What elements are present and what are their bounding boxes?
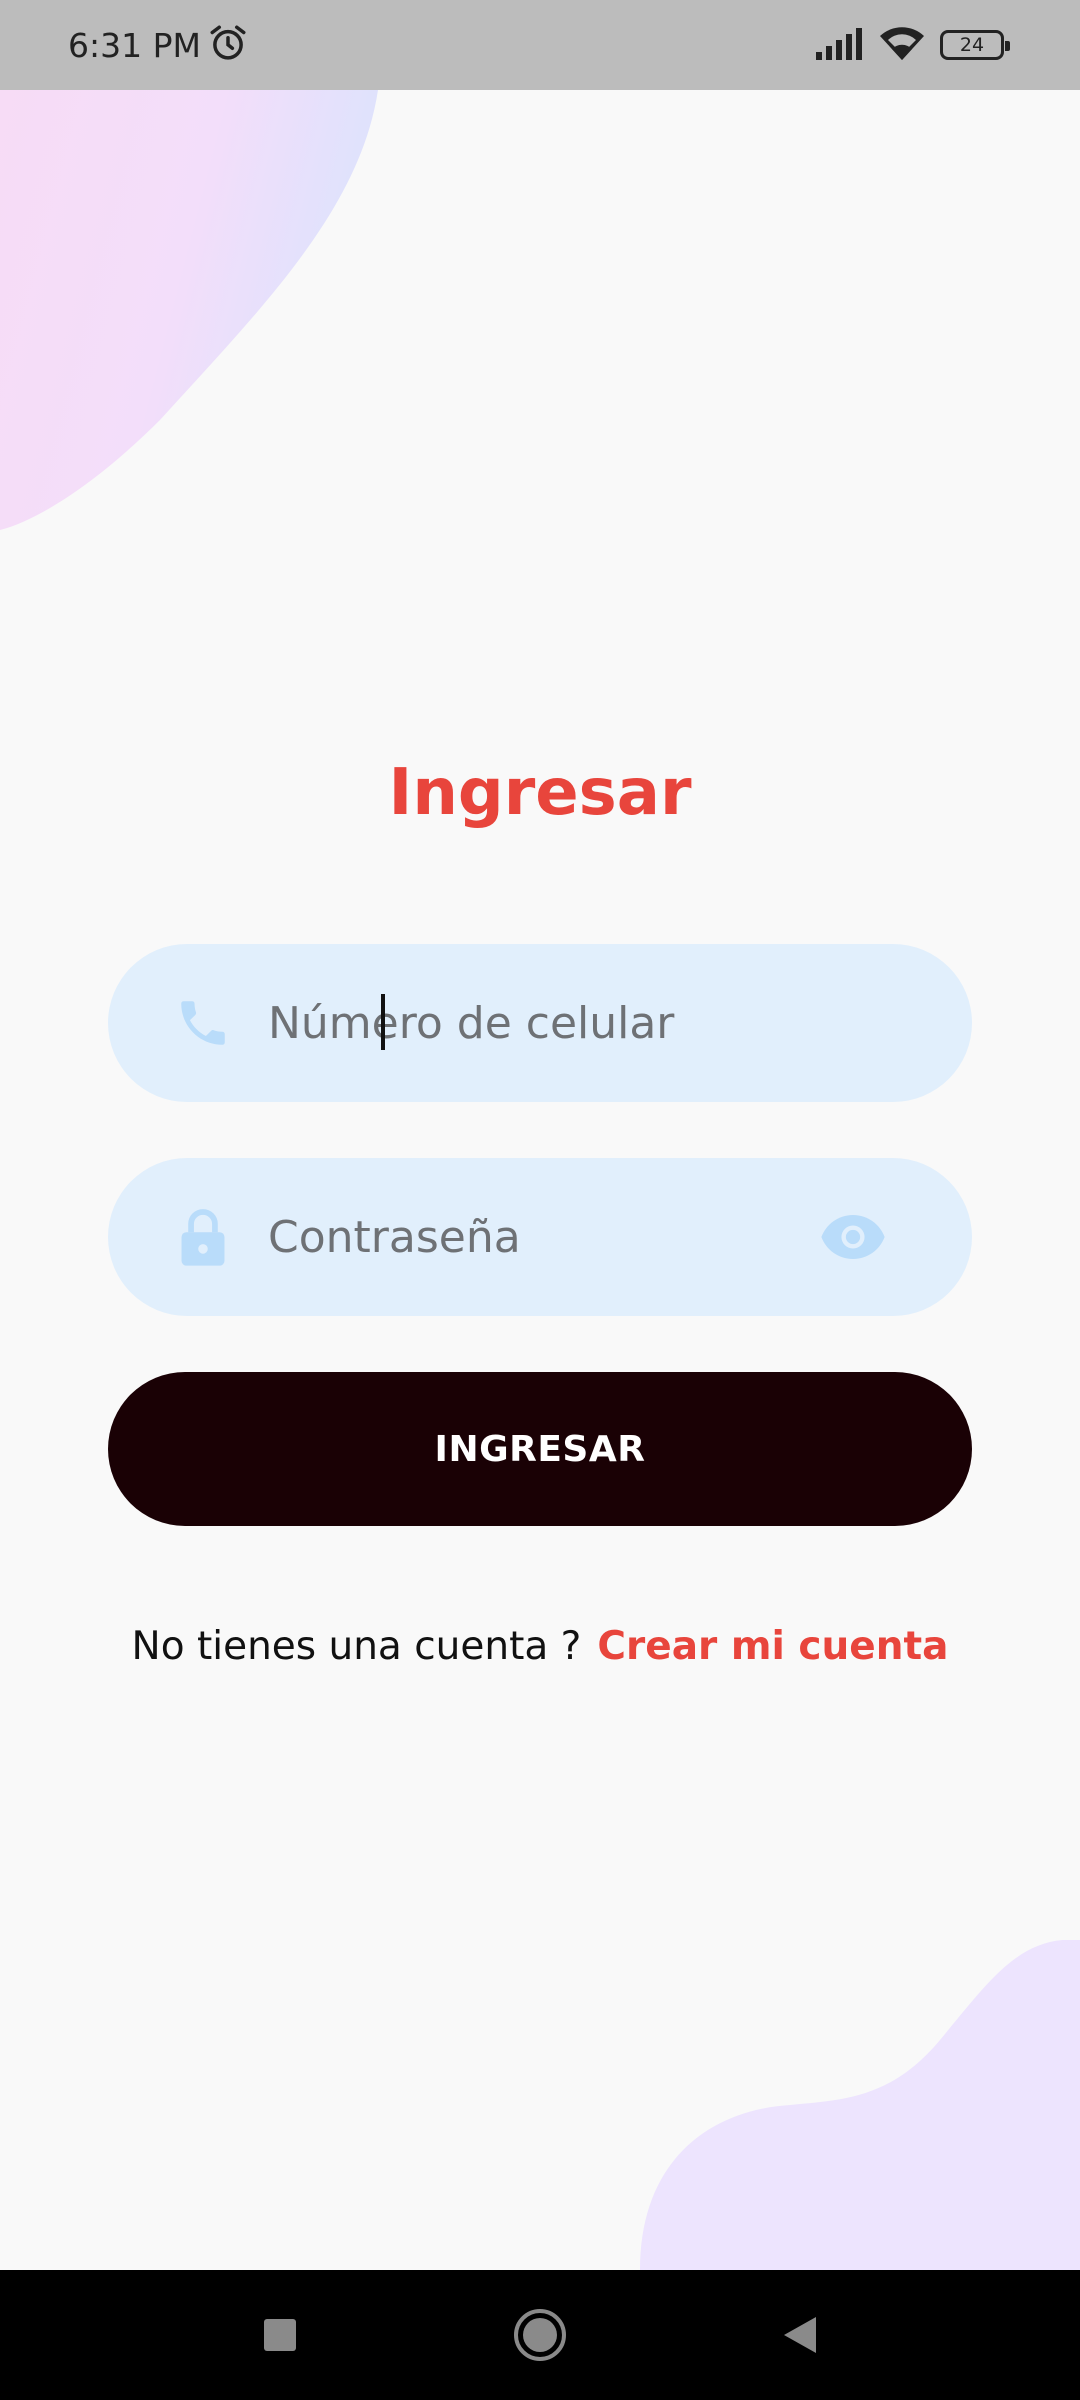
decorative-blob-top [0, 90, 378, 530]
back-triangle-icon[interactable] [770, 2305, 830, 2365]
navigation-bar [0, 2270, 1080, 2400]
eye-icon[interactable] [820, 1210, 886, 1264]
signal-icon [814, 26, 864, 65]
recents-square-icon[interactable] [250, 2305, 310, 2365]
password-input[interactable] [268, 1211, 788, 1263]
signup-row: No tienes una cuenta ? Crear mi cuenta [0, 1624, 1080, 1669]
alarm-icon [207, 22, 249, 69]
status-left: 6:31 PM [68, 22, 249, 69]
decorative-blob-bottom [640, 1940, 1080, 2270]
phone-icon [168, 988, 238, 1058]
battery-icon: 24 [940, 30, 1010, 60]
text-cursor [381, 994, 385, 1050]
status-bar: 6:31 PM 24 [0, 0, 1080, 90]
phone-input[interactable] [268, 997, 788, 1049]
status-right: 24 [814, 24, 1010, 67]
status-time: 6:31 PM [68, 25, 201, 65]
create-account-link[interactable]: Crear mi cuenta [597, 1624, 948, 1669]
lock-icon [168, 1202, 238, 1272]
login-button[interactable]: INGRESAR [108, 1372, 972, 1526]
home-circle-icon[interactable] [510, 2305, 570, 2365]
no-account-text: No tienes una cuenta ? [131, 1624, 582, 1669]
phone-field[interactable] [108, 944, 972, 1102]
page-title: Ingresar [388, 756, 692, 830]
wifi-icon [878, 24, 926, 67]
password-field[interactable] [108, 1158, 972, 1316]
